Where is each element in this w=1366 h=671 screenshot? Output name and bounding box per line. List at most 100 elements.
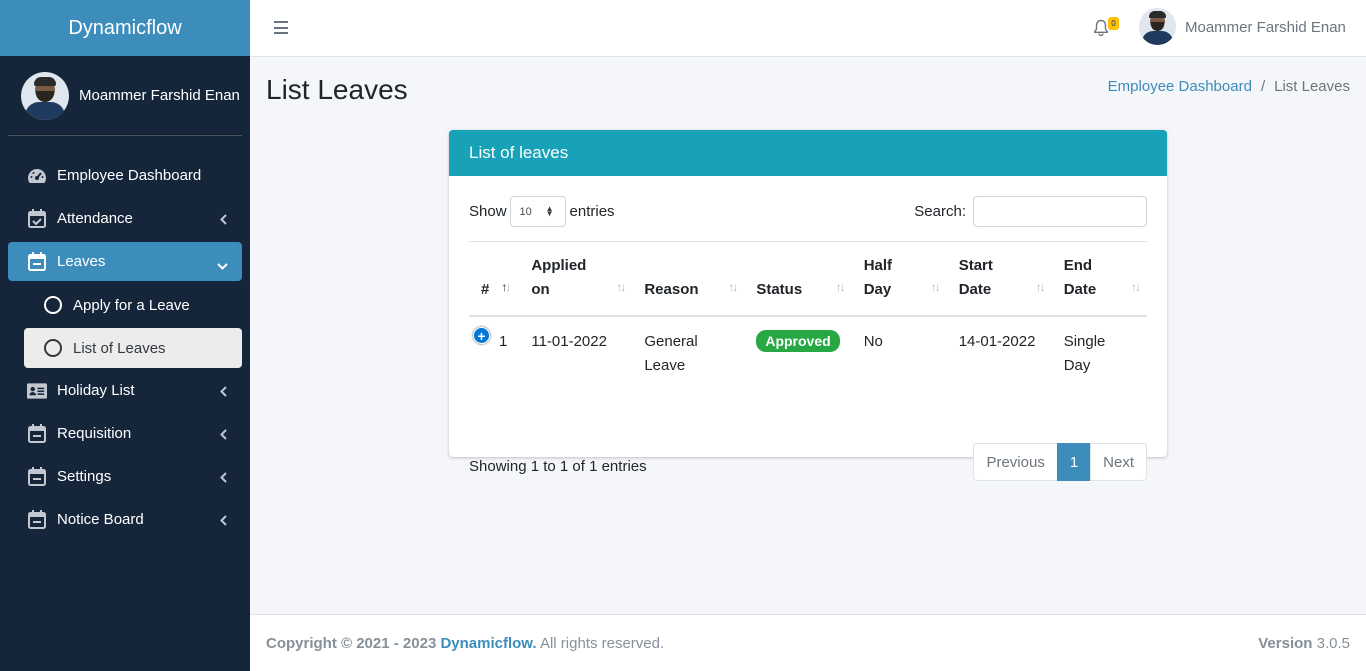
calendar-check-icon (27, 209, 47, 229)
sidebar-item-label: Holiday List (57, 382, 135, 399)
avatar[interactable] (1139, 8, 1176, 45)
page-title: List Leaves (266, 74, 408, 105)
breadcrumb-separator: / (1260, 78, 1266, 95)
calendar-minus-icon (27, 510, 47, 530)
breadcrumb: Employee Dashboard / List Leaves (1108, 78, 1350, 95)
select-arrows-icon: ▲ ▼ (545, 204, 554, 218)
user-panel: Moammer Farshid Enan (8, 56, 242, 136)
column-header-start-date[interactable]: Start Date ↑↓ (946, 241, 1052, 317)
cell-end-date: Single Day (1063, 333, 1106, 374)
chevron-left-icon (220, 384, 227, 401)
chevron-left-icon (220, 513, 227, 530)
cell-number: +1 (469, 316, 519, 378)
sidebar: Dynamicflow Moammer Farshid Enan Employe… (0, 0, 250, 671)
card-body: Show 10 ▲ ▼ entries Search: # ↑↓ Applied on… (449, 176, 1167, 481)
sidebar-item-employee-dashboard[interactable]: Employee Dashboard (8, 156, 242, 195)
footer-copyright: Copyright © 2021 - 2023 Dynamicflow. All… (266, 635, 664, 652)
version-label: Version (1258, 635, 1313, 652)
calendar-minus-icon (27, 252, 47, 272)
sort-icon: ↑↓ (1035, 280, 1046, 294)
sidebar-item-holiday-list[interactable]: Holiday List (8, 371, 242, 410)
cell-status: Approved (744, 316, 851, 378)
chevron-left-icon (220, 470, 227, 487)
column-header-end-date[interactable]: End Date ↑↓ (1051, 241, 1147, 317)
leaves-card: List of leaves Show 10 ▲ ▼ entries Search… (449, 130, 1167, 481)
sort-icon: ↑↓ (930, 280, 941, 294)
sidebar-nav: Employee Dashboard Attendance Leaves App… (0, 156, 250, 539)
pagination-page-button[interactable]: 1 (1056, 443, 1092, 481)
status-badge: Approved (756, 330, 840, 352)
sort-icon: ↑↓ (835, 280, 846, 294)
calendar-minus-icon (27, 424, 47, 444)
tachometer-icon (27, 166, 47, 186)
calendar-minus-icon (27, 467, 47, 487)
version-number: 3.0.5 (1316, 635, 1350, 652)
sidebar-item-label: Leaves (57, 253, 106, 270)
chevron-down-icon (217, 257, 228, 274)
page-length-value: 10 (519, 205, 532, 218)
search-control: Search: (914, 196, 1147, 227)
sidebar-item-label: Settings (57, 468, 112, 485)
column-header-applied-on[interactable]: Applied on ↑↓ (519, 241, 633, 317)
page-length-control: Show 10 ▲ ▼ entries (469, 196, 615, 227)
sort-asc-icon: ↑↓ (501, 280, 511, 294)
card-title: List of leaves (449, 130, 1167, 176)
cell-applied-on: 11-01-2022 (531, 333, 607, 350)
table-header-row: # ↑↓ Applied on ↑↓ Reason ↑↓ Status ↑↓ Half Da… (469, 241, 1147, 317)
sidebar-subitem-list-of-leaves[interactable]: List of Leaves (24, 328, 242, 368)
column-header-half-day[interactable]: Half Day ↑↓ (851, 241, 947, 317)
sidebar-item-attendance[interactable]: Attendance (8, 199, 242, 238)
sidebar-subitem-apply-for-a-leave[interactable]: Apply for a Leave (24, 285, 242, 325)
sort-icon: ↑↓ (728, 280, 738, 294)
rights-text: All rights reserved. (539, 635, 665, 652)
breadcrumb-link-home[interactable]: Employee Dashboard (1108, 78, 1252, 95)
column-header-status[interactable]: Status ↑↓ (744, 241, 852, 317)
pagination-next-button[interactable]: Next (1090, 443, 1147, 481)
footer-version: Version 3.0.5 (1258, 635, 1350, 652)
id-card-icon (27, 381, 47, 401)
entries-label: entries (569, 203, 615, 220)
footer: Copyright © 2021 - 2023 Dynamicflow. All… (250, 614, 1366, 671)
notification-badge: 0 (1108, 17, 1119, 30)
show-label: Show (469, 203, 507, 220)
sidebar-item-settings[interactable]: Settings (8, 457, 242, 496)
table-row: +1 11-01-2022 General Leave Approved No 1… (469, 316, 1147, 378)
copyright-text: Copyright © 2021 - 2023 (266, 635, 437, 652)
top-user-name[interactable]: Moammer Farshid Enan (1185, 19, 1346, 36)
cell-start-date: 14-01-2022 (958, 333, 1036, 350)
search-label: Search: (914, 203, 966, 220)
brand-logo[interactable]: Dynamicflow (0, 0, 250, 56)
page-length-select[interactable]: 10 ▲ ▼ (509, 196, 566, 227)
table-info: Showing 1 to 1 of 1 entries (469, 458, 647, 475)
pagination-previous-button[interactable]: Previous (973, 443, 1058, 481)
top-navbar: 0 Moammer Farshid Enan (250, 0, 1366, 57)
chevron-left-icon (220, 427, 227, 444)
sort-icon: ↑↓ (1131, 280, 1141, 294)
sidebar-item-label: Notice Board (57, 511, 144, 528)
hamburger-menu-icon[interactable] (274, 21, 288, 34)
sidebar-item-label: Requisition (57, 425, 132, 442)
pagination: Previous 1 Next (973, 443, 1147, 481)
sidebar-user-name[interactable]: Moammer Farshid Enan (79, 87, 240, 104)
leaves-table: # ↑↓ Applied on ↑↓ Reason ↑↓ Status ↑↓ Half Da… (469, 241, 1147, 378)
search-input[interactable] (973, 196, 1147, 227)
sidebar-item-label: Employee Dashboard (57, 167, 202, 184)
chevron-left-icon (220, 212, 227, 229)
column-header-number[interactable]: # ↑↓ (469, 241, 520, 317)
breadcrumb-current: List Leaves (1274, 78, 1350, 95)
brand-name: Dynamicflow (68, 16, 182, 39)
sidebar-item-requisition[interactable]: Requisition (8, 414, 242, 453)
sort-icon: ↑↓ (616, 280, 626, 294)
sidebar-subitem-label: Apply for a Leave (73, 296, 190, 314)
sidebar-item-notice-board[interactable]: Notice Board (8, 500, 242, 539)
expand-row-icon[interactable]: + (473, 327, 490, 344)
avatar[interactable] (21, 71, 69, 120)
circle-icon (44, 339, 62, 357)
sidebar-item-leaves[interactable]: Leaves (8, 242, 242, 281)
footer-brand-link[interactable]: Dynamicflow. (440, 635, 536, 652)
cell-reason: General Leave (644, 333, 698, 374)
cell-half-day: No (863, 333, 883, 350)
sidebar-item-label: Attendance (57, 210, 133, 227)
circle-icon (44, 296, 62, 314)
column-header-reason[interactable]: Reason ↑↓ (632, 241, 745, 317)
